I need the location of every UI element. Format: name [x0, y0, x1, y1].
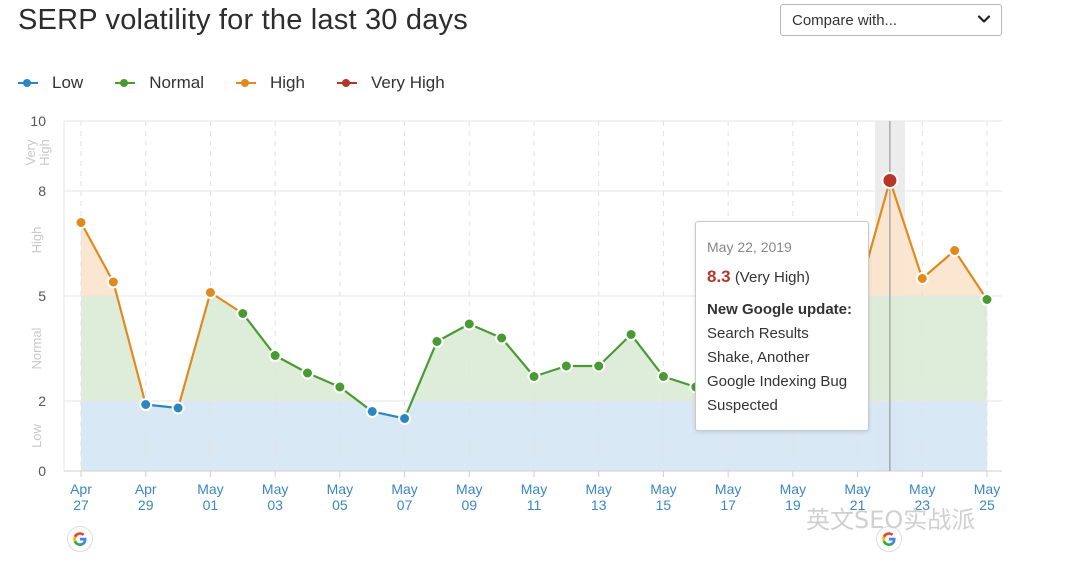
data-point — [74, 216, 88, 229]
y-tick-label: 2 — [38, 393, 46, 409]
google-g-icon — [73, 532, 87, 546]
x-tick-label: May 19 — [780, 481, 806, 513]
x-tick-label: May 25 — [974, 481, 1000, 513]
data-point — [881, 172, 899, 189]
x-tick-label: Apr 29 — [135, 481, 157, 513]
band-label-low: Low — [29, 423, 44, 447]
data-point — [656, 370, 670, 383]
x-tick-label: May 11 — [521, 481, 547, 513]
x-tick-label: May 15 — [650, 481, 676, 513]
tooltip-update-line: Suspected — [707, 397, 778, 414]
data-point — [624, 328, 638, 341]
tooltip-update-line: Search Results — [707, 325, 809, 342]
tooltip-update-line: Shake, Another — [707, 349, 810, 366]
watermark: 英文SEO实战派 — [806, 506, 976, 534]
x-tick-label: May 01 — [197, 481, 223, 513]
x-tick-label: Apr 27 — [70, 481, 92, 513]
chart-tooltip: May 22, 2019 8.3 (Very High) New Google … — [695, 221, 869, 431]
tooltip-value: 8.3 — [707, 267, 731, 286]
data-point — [236, 307, 250, 320]
x-tick-label: May 17 — [715, 481, 741, 513]
x-tick-label: May 13 — [585, 481, 611, 513]
x-tick-label: May 09 — [456, 481, 482, 513]
tooltip-update-line: Google Indexing Bug — [707, 373, 848, 390]
x-tick-label: May 07 — [391, 481, 417, 513]
data-point — [139, 398, 153, 411]
data-point — [527, 370, 541, 383]
data-point — [980, 293, 994, 306]
y-tick-label: 8 — [38, 183, 46, 199]
volatility-chart: 10 8 5 2 0 Low Normal High VeryHigh Apr 27 Apr 29 May… — [23, 113, 1002, 513]
data-point — [398, 412, 412, 425]
google-update-marker[interactable] — [67, 526, 93, 552]
data-point — [592, 359, 606, 373]
data-point — [430, 335, 444, 348]
tooltip-update-title: New Google update: — [707, 301, 853, 318]
x-tick-label: May 05 — [327, 481, 353, 513]
tooltip-value-row: 8.3 (Very High) — [707, 265, 857, 290]
data-point — [203, 286, 217, 299]
data-point — [948, 244, 962, 257]
y-tick-label: 0 — [38, 463, 46, 479]
data-point — [301, 366, 314, 380]
data-point — [495, 331, 509, 345]
band-label-normal: Normal — [29, 327, 44, 369]
data-point — [171, 401, 185, 415]
data-point — [365, 405, 379, 418]
data-point — [268, 349, 282, 362]
band-label-very-high: VeryHigh — [23, 139, 52, 166]
tooltip-level: (Very High) — [734, 269, 810, 286]
data-point — [559, 359, 573, 373]
x-tick-label: May 03 — [262, 481, 288, 513]
y-tick-label: 10 — [30, 113, 46, 129]
data-point — [915, 272, 929, 285]
band-label-high: High — [29, 227, 44, 254]
y-tick-label: 5 — [38, 288, 46, 304]
data-point — [106, 275, 120, 289]
data-point — [462, 317, 476, 331]
data-point — [333, 380, 347, 394]
tooltip-date: May 22, 2019 — [707, 239, 792, 255]
